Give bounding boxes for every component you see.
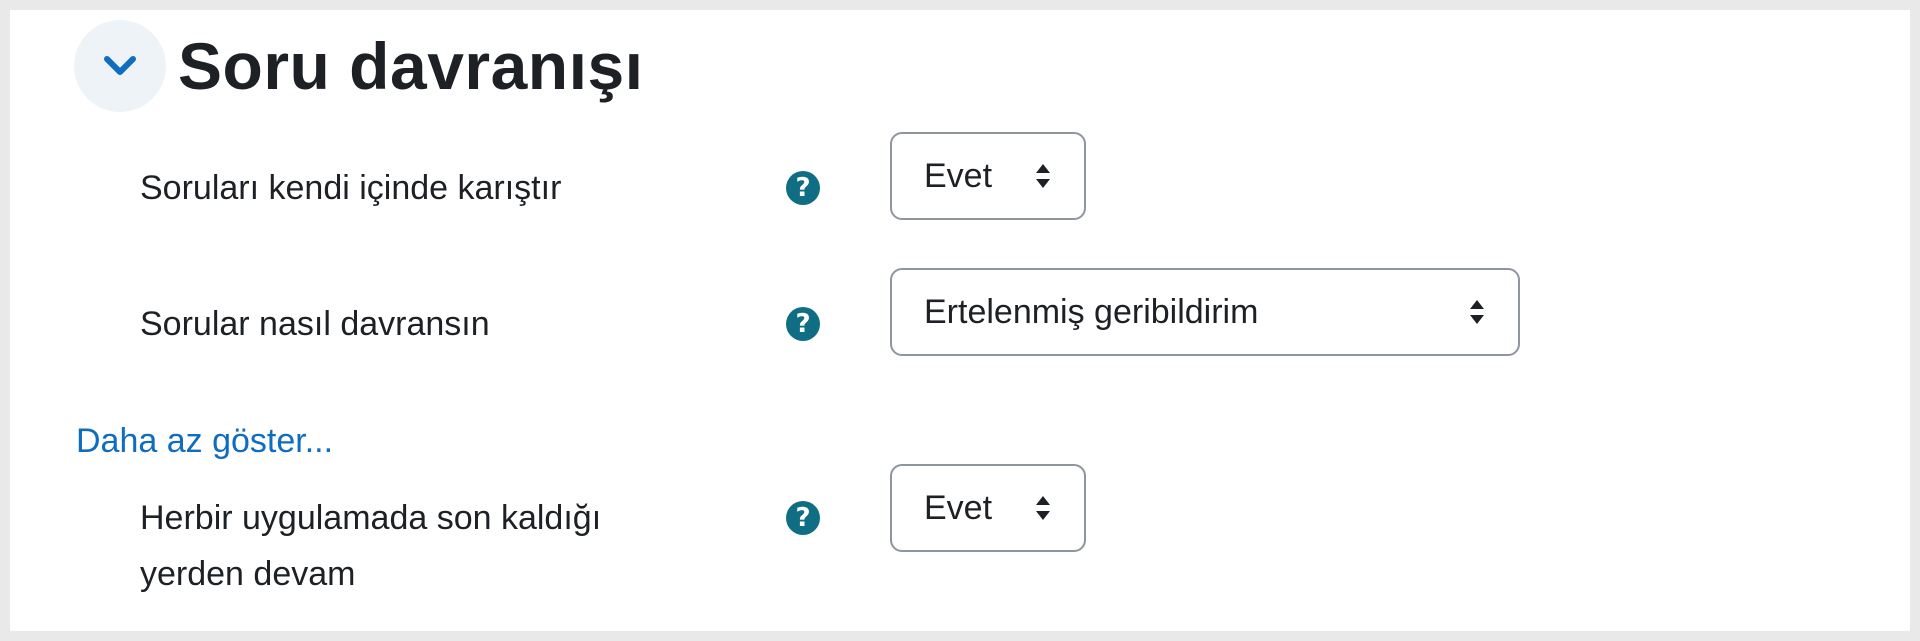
sort-caret-icon bbox=[1034, 162, 1052, 190]
help-icon[interactable]: ? bbox=[786, 307, 820, 341]
section-title: Soru davranışı bbox=[178, 29, 644, 103]
setting-label-continued: yerden devam bbox=[140, 555, 356, 593]
help-icon[interactable]: ? bbox=[786, 501, 820, 535]
shuffle-select[interactable]: Evet bbox=[890, 132, 1086, 220]
collapse-toggle-button[interactable] bbox=[74, 20, 166, 112]
chevron-down-icon bbox=[104, 56, 136, 75]
sort-caret-icon bbox=[1034, 494, 1052, 522]
setting-label: Sorular nasıl davransın bbox=[140, 305, 490, 343]
resume-select[interactable]: Evet bbox=[890, 464, 1086, 552]
settings-panel: Soru davranışı Soruları kendi içinde kar… bbox=[10, 10, 1910, 631]
setting-label: Herbir uygulamada son kaldığı bbox=[140, 499, 602, 537]
sort-caret-icon bbox=[1468, 298, 1486, 326]
select-value: Evet bbox=[924, 488, 993, 527]
select-value: Evet bbox=[924, 156, 993, 195]
section-header: Soru davranışı bbox=[74, 20, 644, 112]
behaviour-select[interactable]: Ertelenmiş geribildirim bbox=[890, 268, 1520, 356]
help-icon[interactable]: ? bbox=[786, 171, 820, 205]
select-value: Ertelenmiş geribildirim bbox=[924, 292, 1259, 331]
show-less-link[interactable]: Daha az göster... bbox=[76, 422, 333, 461]
setting-label: Soruları kendi içinde karıştır bbox=[140, 169, 562, 207]
